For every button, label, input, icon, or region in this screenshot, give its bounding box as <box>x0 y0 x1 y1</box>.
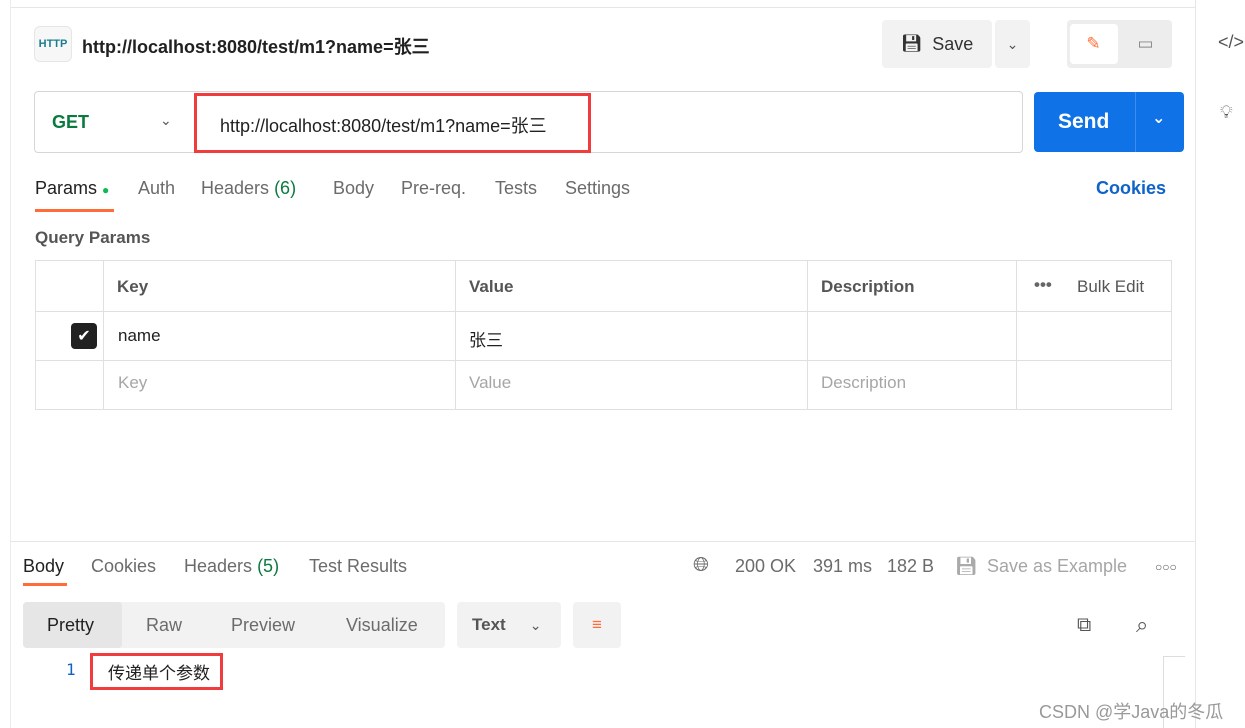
save-as-example-button[interactable]: Save as Example <box>987 556 1127 577</box>
key-input[interactable]: Key <box>118 373 147 393</box>
tab-tests[interactable]: Tests <box>495 178 537 199</box>
globe-icon[interactable]: 🌐︎ <box>693 554 709 577</box>
http-icon: HTTP <box>34 26 72 62</box>
format-select[interactable]: Text ⌄ <box>457 602 561 648</box>
highlight-box <box>194 93 591 153</box>
tab-headers[interactable]: Headers (6) <box>201 178 296 199</box>
divider <box>1195 0 1196 728</box>
response-tab-headers[interactable]: Headers (5) <box>184 556 279 577</box>
watermark: CSDN @学Java的冬瓜 <box>1039 702 1224 722</box>
view-toggle: ✎ ▭ <box>1067 20 1172 68</box>
chevron-down-icon: ⌄ <box>529 616 542 633</box>
param-key[interactable]: name <box>118 326 161 346</box>
more-icon[interactable]: ••• <box>1034 275 1052 295</box>
view-mode-selector: Pretty Raw Preview Visualize <box>23 602 445 648</box>
request-title[interactable]: http://localhost:8080/test/m1?name=张三 <box>82 33 430 59</box>
save-button[interactable]: 💾︎ Save <box>882 20 992 68</box>
tab-params[interactable]: Params ● <box>35 178 109 199</box>
save-icon: 💾︎ <box>900 34 923 53</box>
save-icon: 💾︎ <box>955 556 978 576</box>
code-icon[interactable]: </> <box>1218 32 1244 53</box>
lightbulb-icon[interactable]: 💡︎ <box>1220 102 1233 123</box>
status-code[interactable]: 200 OK <box>735 556 796 577</box>
response-tab-body[interactable]: Body <box>23 556 64 577</box>
response-size[interactable]: 182 B <box>887 556 934 577</box>
view-visualize[interactable]: Visualize <box>346 615 418 636</box>
checkbox[interactable]: ✔ <box>71 323 97 349</box>
response-tab-test-results[interactable]: Test Results <box>309 556 407 577</box>
tab-prereq[interactable]: Pre-req. <box>401 178 466 199</box>
column-header-description: Description <box>821 277 915 296</box>
send-button[interactable]: Send ⌄ <box>1034 92 1184 152</box>
search-icon[interactable]: ⌕ <box>1136 612 1148 638</box>
response-time[interactable]: 391 ms <box>813 556 872 577</box>
tab-strip <box>10 0 1195 8</box>
wrap-icon: ≡ <box>592 615 602 634</box>
cookies-link[interactable]: Cookies <box>1096 178 1166 199</box>
divider <box>10 541 1195 542</box>
status-dot: ● <box>102 183 110 197</box>
copy-icon[interactable]: ⧉ <box>1077 614 1091 637</box>
column-header-key: Key <box>117 277 149 296</box>
section-title: Query Params <box>35 228 151 247</box>
edit-icon[interactable]: ✎ <box>1069 24 1118 64</box>
chevron-down-icon[interactable]: ⌄ <box>1152 108 1165 128</box>
tab-auth[interactable]: Auth <box>138 178 175 199</box>
method-select[interactable]: GET <box>52 112 89 133</box>
description-input[interactable]: Description <box>821 373 906 393</box>
highlight-box <box>90 653 223 690</box>
view-raw[interactable]: Raw <box>146 615 182 636</box>
bulk-edit-button[interactable]: Bulk Edit <box>1077 277 1144 297</box>
active-tab-indicator <box>23 583 67 586</box>
view-pretty[interactable]: Pretty <box>47 615 94 636</box>
tab-body[interactable]: Body <box>333 178 374 199</box>
tab-settings[interactable]: Settings <box>565 178 630 199</box>
more-icon[interactable]: ○○○ <box>1155 560 1177 574</box>
param-value[interactable]: 张三 <box>469 326 503 351</box>
value-input[interactable]: Value <box>469 373 511 393</box>
params-table: Key Value Description ••• Bulk Edit ✔ na… <box>35 260 1172 410</box>
response-tab-cookies[interactable]: Cookies <box>91 556 156 577</box>
chevron-down-icon: ⌄ <box>1006 35 1019 52</box>
view-preview[interactable]: Preview <box>231 615 295 636</box>
line-number: 1 <box>66 660 76 679</box>
save-dropdown-button[interactable]: ⌄ <box>995 20 1030 68</box>
column-header-value: Value <box>469 277 514 296</box>
divider <box>10 0 11 728</box>
chevron-down-icon[interactable]: ⌄ <box>160 112 172 129</box>
active-tab-indicator <box>35 209 114 212</box>
comment-icon[interactable]: ▭ <box>1122 24 1170 64</box>
wrap-lines-button[interactable]: ≡ <box>573 602 621 648</box>
